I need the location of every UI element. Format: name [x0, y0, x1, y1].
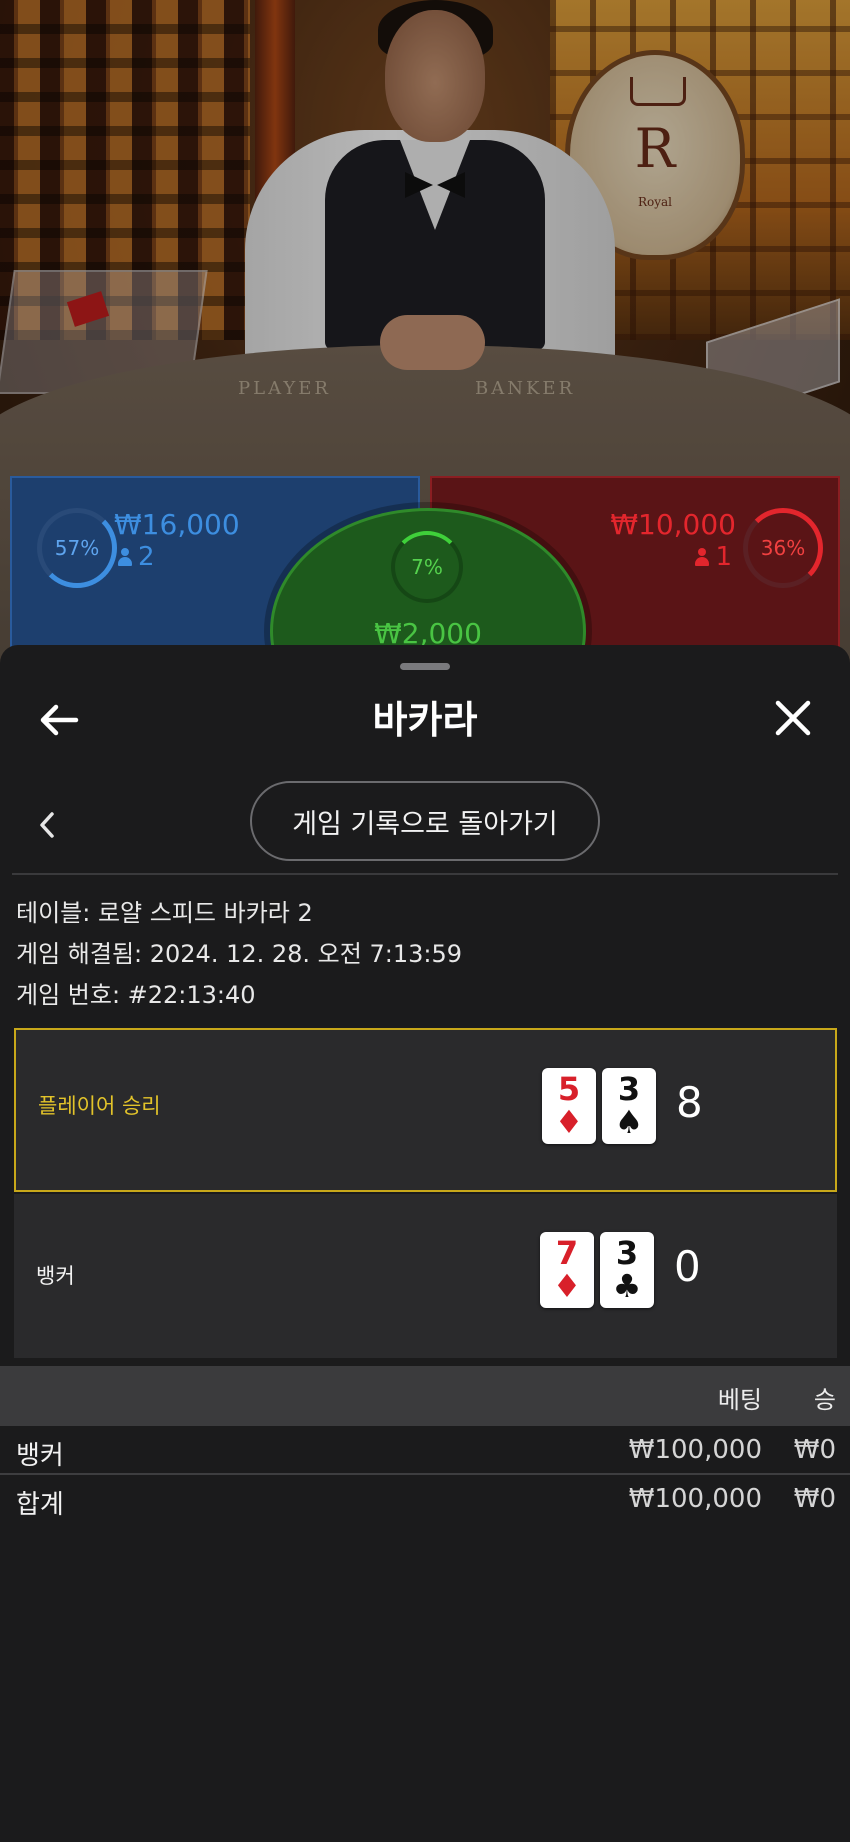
- player-bet-amount: ₩16,000: [114, 508, 240, 541]
- bet-name: 뱅커: [16, 1441, 64, 1471]
- total-win-amount: ₩0: [793, 1484, 836, 1514]
- game-number-info: 게임 번호: #22:13:40: [16, 981, 256, 1009]
- diamond-suit-icon: ♦: [554, 1103, 584, 1141]
- player-count-value: 2: [138, 542, 155, 572]
- club-suit-icon: ♣: [612, 1267, 642, 1305]
- total-label: 합계: [16, 1490, 64, 1520]
- bets-table-header: 베팅 승: [0, 1366, 850, 1426]
- divider: [12, 873, 838, 875]
- diamond-suit-icon: ♦: [552, 1267, 582, 1305]
- table-row-total: 합계 ₩100,000 ₩0: [0, 1476, 850, 1524]
- player-result-label: 플레이어 승리: [38, 1094, 161, 1118]
- player-score: 8: [676, 1078, 703, 1127]
- win-amount: ₩0: [793, 1435, 836, 1465]
- playing-card: 3 ♠: [602, 1068, 656, 1144]
- spade-suit-icon: ♠: [614, 1103, 644, 1141]
- column-header-win: 승: [813, 1386, 836, 1414]
- person-icon: [695, 548, 710, 566]
- banker-count-value: 1: [715, 542, 732, 572]
- chevron-left-icon: [40, 812, 54, 838]
- playing-card: 3 ♣: [600, 1232, 654, 1308]
- live-video-stream: R Royal PLAYER BANKER 57% ₩16,000 2 36% …: [0, 0, 850, 680]
- player-bettor-count: 2: [118, 542, 155, 572]
- banker-bettor-count: 1: [695, 542, 732, 572]
- banker-percent-ring: 36%: [743, 508, 823, 588]
- banker-hand-row: 뱅커 7 ♦ 3 ♣ 0: [14, 1194, 837, 1358]
- sheet-drag-handle[interactable]: [400, 663, 450, 670]
- column-header-bet: 베팅: [717, 1386, 762, 1414]
- resolved-time-info: 게임 해결됨: 2024. 12. 28. 오전 7:13:59: [16, 940, 462, 968]
- player-percent: 57%: [54, 536, 100, 560]
- back-to-history-button[interactable]: 게임 기록으로 돌아가기: [250, 781, 600, 861]
- total-bet-amount: ₩100,000: [628, 1484, 762, 1514]
- table-name-info: 테이블: 로얄 스피드 바카라 2: [16, 899, 313, 927]
- banker-bet-amount: ₩10,000: [610, 508, 736, 541]
- tie-percent: 7%: [411, 555, 443, 579]
- playing-card: 5 ♦: [542, 1068, 596, 1144]
- sheet-title: 바카라: [372, 698, 478, 742]
- close-button[interactable]: [770, 695, 816, 741]
- previous-button[interactable]: [32, 805, 62, 845]
- banker-result-label: 뱅커: [36, 1264, 75, 1288]
- playing-card: 7 ♦: [540, 1232, 594, 1308]
- banker-percent: 36%: [760, 536, 806, 560]
- player-percent-ring: 57%: [37, 508, 117, 588]
- table-row: 뱅커 ₩100,000 ₩0: [0, 1427, 850, 1475]
- close-x-icon: [775, 700, 811, 736]
- bet-amount: ₩100,000: [628, 1435, 762, 1465]
- tie-percent-ring: 7%: [391, 531, 463, 603]
- banker-score: 0: [674, 1242, 701, 1291]
- player-hand-row: 플레이어 승리 5 ♦ 3 ♠ 8: [14, 1028, 837, 1192]
- person-icon: [118, 548, 132, 566]
- game-history-sheet: 바카라 게임 기록으로 돌아가기 테이블: 로얄 스피드 바카라 2 게임 해결…: [0, 645, 850, 1842]
- divider: [0, 1473, 850, 1475]
